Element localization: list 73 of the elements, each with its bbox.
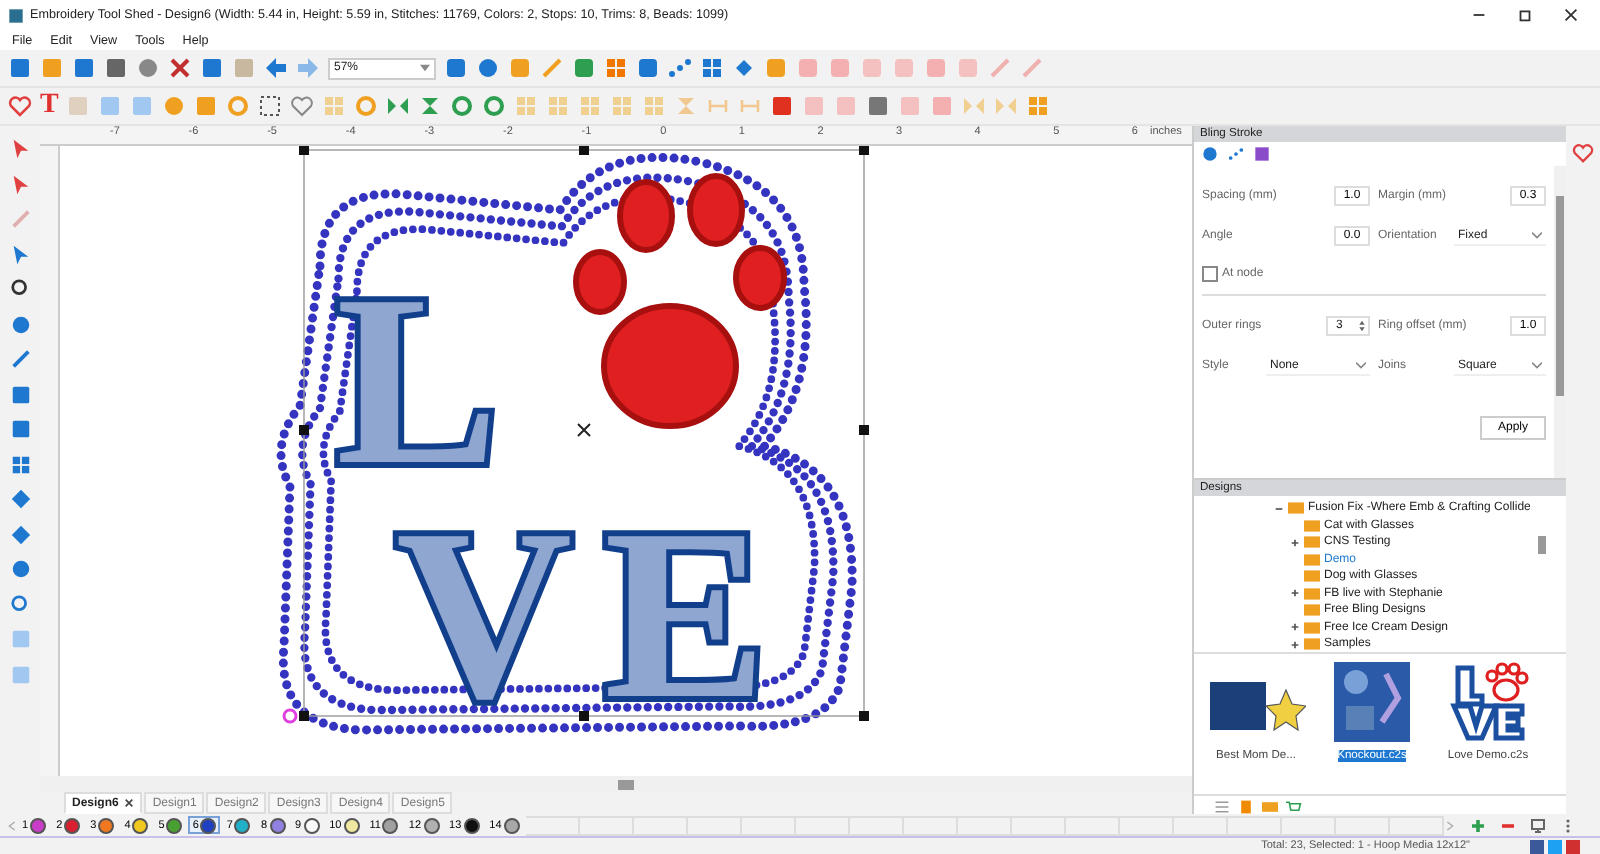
rounded-square-icon[interactable] [572, 56, 596, 80]
resize-handle[interactable] [859, 711, 869, 721]
caret-icon [1532, 231, 1542, 239]
pointer-icon[interactable] [9, 138, 31, 160]
resize-handle[interactable] [299, 711, 309, 721]
empty-color-slot[interactable] [903, 815, 958, 835]
resize-handle[interactable] [299, 425, 309, 435]
empty-color-slot[interactable] [1173, 815, 1228, 835]
disc-icon[interactable] [136, 56, 160, 80]
list-icon[interactable] [1214, 800, 1230, 814]
empty-color-slot[interactable] [579, 815, 634, 835]
diamond-icon[interactable] [732, 56, 756, 80]
circle-outline-icon[interactable] [354, 94, 379, 118]
vertical-scrollbar[interactable] [1554, 166, 1566, 478]
resize-handle[interactable] [859, 425, 869, 435]
scissors-icon[interactable] [168, 56, 192, 80]
resize-handle[interactable] [579, 711, 589, 721]
heart-outline-icon[interactable] [290, 94, 315, 118]
expander-icon[interactable] [1290, 622, 1300, 633]
empty-color-slot[interactable] [1011, 815, 1066, 835]
empty-color-slot[interactable] [1119, 815, 1174, 835]
empty-color-slot[interactable] [687, 815, 742, 835]
dotted-line-icon[interactable] [668, 56, 692, 80]
close-icon[interactable] [124, 798, 135, 808]
empty-color-slot[interactable] [1389, 815, 1444, 835]
monitor-icon[interactable] [1530, 817, 1546, 833]
heart-outline-icon[interactable] [1572, 142, 1594, 164]
close-icon[interactable] [1562, 6, 1580, 24]
empty-color-slot[interactable] [1281, 815, 1336, 835]
scroll-thumb[interactable] [1538, 536, 1546, 554]
cart-icon[interactable] [1286, 800, 1302, 814]
empty-color-slot[interactable] [525, 815, 580, 835]
add-icon[interactable] [1470, 817, 1486, 833]
app-icon [8, 7, 24, 23]
paw-print-drawing[interactable] [573, 173, 787, 429]
expander-icon[interactable] [1290, 639, 1300, 650]
caret-icon [1532, 361, 1542, 369]
empty-color-slot[interactable] [795, 815, 850, 835]
distribute-icon[interactable] [706, 94, 731, 118]
anchor-point-icon[interactable] [282, 708, 298, 724]
empty-color-slot[interactable] [1227, 815, 1282, 835]
search-icon[interactable] [9, 278, 31, 300]
right-arrow-icon[interactable] [296, 56, 320, 80]
mirror-icon[interactable] [386, 94, 411, 118]
dashed-square-icon[interactable] [258, 94, 283, 118]
empty-color-slot[interactable] [1335, 815, 1390, 835]
node-pointer-icon[interactable] [9, 173, 31, 195]
expander-icon[interactable] [1290, 537, 1300, 548]
scroll-thumb[interactable] [618, 779, 634, 789]
empty-color-slot[interactable] [957, 815, 1012, 835]
spinner-arrows-icon[interactable] [1358, 318, 1366, 334]
square-icon[interactable] [194, 94, 219, 118]
left-arrow-icon[interactable] [264, 56, 288, 80]
pointer-icon[interactable] [9, 243, 31, 265]
empty-color-slot[interactable] [849, 815, 904, 835]
empty-color-slot[interactable] [741, 815, 796, 835]
text-tool-button[interactable]: T [40, 92, 59, 120]
rounded-square-icon[interactable] [636, 56, 660, 80]
caret-icon [420, 64, 430, 72]
checkbox[interactable] [1202, 266, 1218, 282]
empty-color-slot[interactable] [633, 815, 688, 835]
diagonal-line-icon[interactable] [540, 56, 564, 80]
expander-icon[interactable] [1290, 588, 1300, 599]
scroll-thumb[interactable] [1556, 196, 1564, 396]
dot-grid-icon[interactable] [322, 94, 347, 118]
restore-icon[interactable] [1516, 6, 1534, 24]
rectangle-icon[interactable] [444, 56, 468, 80]
dot-grid-icon[interactable] [700, 56, 724, 80]
empty-color-slot[interactable] [1065, 815, 1120, 835]
expander-icon[interactable] [1274, 503, 1284, 514]
center-marker-icon [577, 423, 591, 437]
heart-outline-icon[interactable] [8, 94, 32, 118]
caret-icon [1356, 361, 1366, 369]
